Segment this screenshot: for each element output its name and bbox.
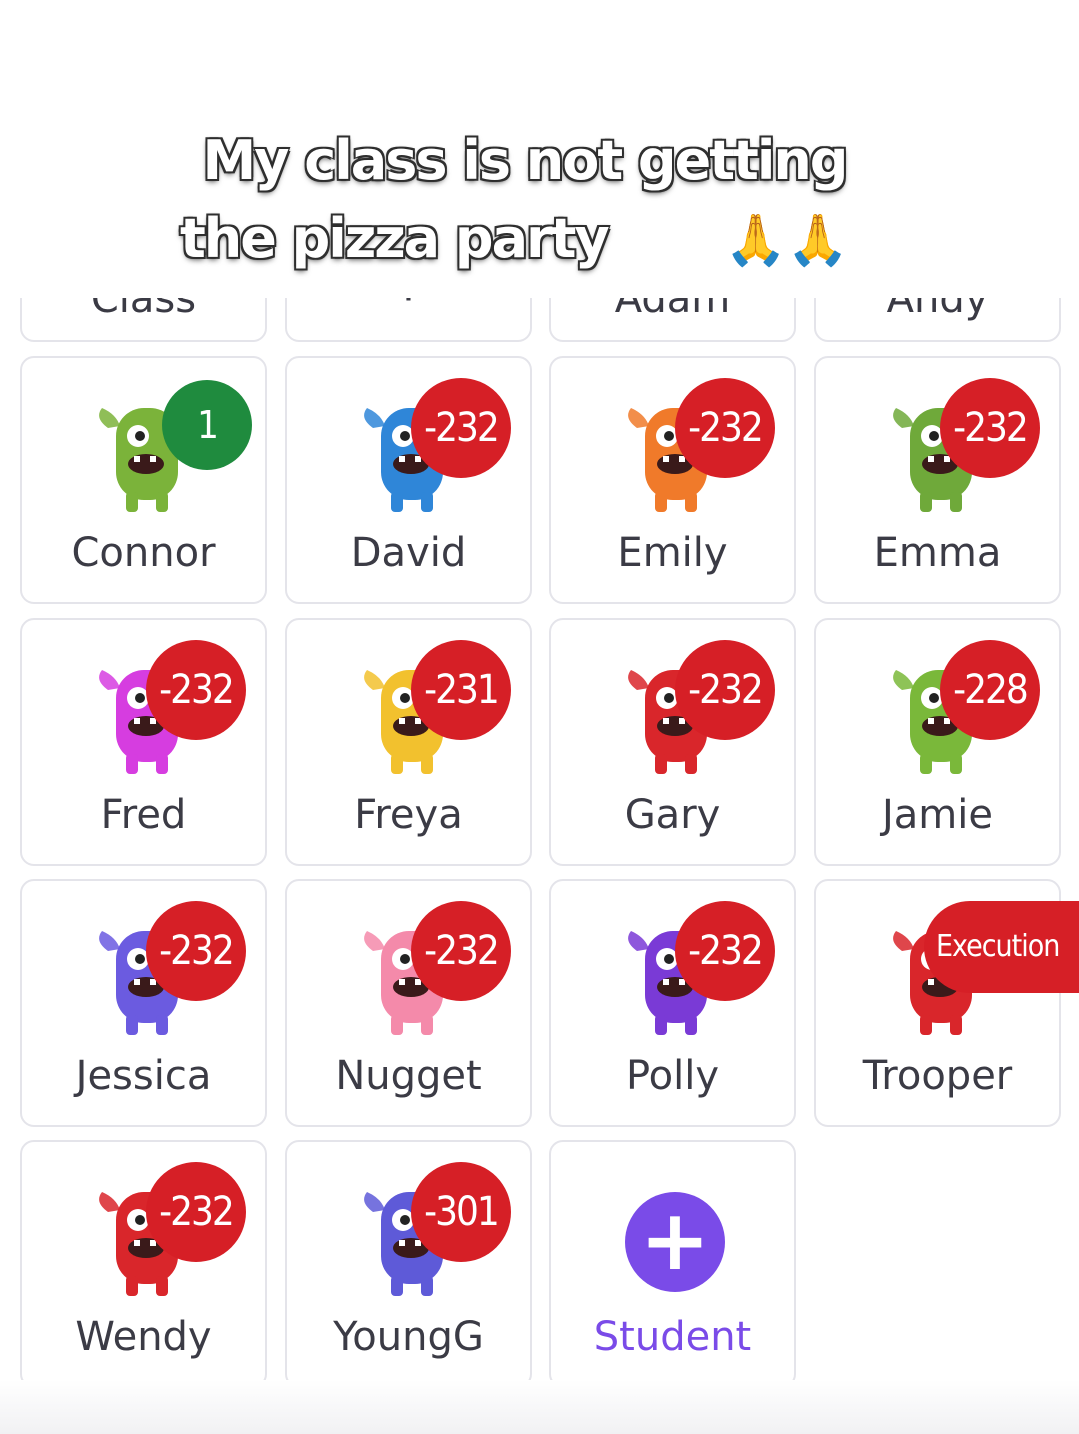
bottom-fade [0, 1380, 1079, 1434]
partial-top-row: Class · Adam Andy [0, 298, 1079, 342]
caption-line-2-text: the pizza party [179, 207, 610, 270]
student-name: Polly [625, 1053, 720, 1099]
points-badge: -232 [146, 901, 246, 1001]
student-name: YoungG [333, 1314, 484, 1360]
points-badge: -301 [411, 1162, 511, 1262]
student-card-partial[interactable]: · [285, 298, 532, 342]
student-card-partial[interactable]: Adam [549, 298, 796, 342]
student-card[interactable]: 1 Connor [20, 356, 267, 604]
add-student-button[interactable]: + Student [549, 1140, 796, 1388]
points-badge: -232 [675, 901, 775, 1001]
plus-icon: + [625, 1192, 725, 1292]
points-badge: -232 [411, 378, 511, 478]
student-card[interactable]: -232 Fred [20, 618, 267, 866]
points-badge: -232 [411, 901, 511, 1001]
student-name: Emma [873, 530, 1002, 576]
points-badge: -232 [675, 640, 775, 740]
student-card[interactable]: -232 David [285, 356, 532, 604]
video-caption: My class is not getting the pizza party😭… [0, 122, 1079, 279]
caption-line-1: My class is not getting [202, 129, 849, 192]
student-name: Andy [886, 298, 989, 322]
points-badge: -228 [940, 640, 1040, 740]
student-card-partial[interactable]: Class [20, 298, 267, 342]
student-card[interactable]: -232 Nugget [285, 879, 532, 1127]
points-badge: -232 [940, 378, 1040, 478]
points-badge: -232 [675, 378, 775, 478]
student-card[interactable]: -232 Emma [814, 356, 1061, 604]
student-card-partial[interactable]: Andy [814, 298, 1061, 342]
student-card[interactable]: Execution Trooper [814, 879, 1079, 1127]
student-card[interactable]: -232 Polly [549, 879, 796, 1127]
points-badge: -231 [411, 640, 511, 740]
add-student-label: Student [593, 1314, 752, 1360]
student-name: David [350, 530, 467, 576]
student-name: Class [90, 298, 197, 322]
student-name: Wendy [75, 1314, 212, 1360]
student-name: Trooper [862, 1053, 1013, 1099]
student-card[interactable]: -232 Jessica [20, 879, 267, 1127]
points-badge: -232 [146, 1162, 246, 1262]
student-card[interactable]: -232 Emily [549, 356, 796, 604]
student-name: Jessica [75, 1053, 212, 1099]
points-badge: -232 [146, 640, 246, 740]
student-name: Emily [617, 530, 728, 576]
points-badge: 1 [162, 380, 252, 470]
student-name: · [402, 298, 415, 322]
student-card[interactable]: -232 Gary [549, 618, 796, 866]
caption-emoji: 😭😭🙏🙏 [607, 211, 850, 269]
student-name: Fred [100, 792, 187, 838]
student-name: Nugget [335, 1053, 482, 1099]
student-name: Jamie [882, 792, 993, 838]
student-name: Freya [354, 792, 463, 838]
student-card[interactable]: -231 Freya [285, 618, 532, 866]
student-card[interactable]: -232 Wendy [20, 1140, 267, 1388]
student-grid: Class · Adam Andy 1 Connor -232 David -232 Em… [0, 298, 1079, 1434]
student-name: Gary [624, 792, 721, 838]
student-card[interactable]: -228 Jamie [814, 618, 1061, 866]
points-badge: Execution [924, 901, 1079, 993]
student-card[interactable]: -301 YoungG [285, 1140, 532, 1388]
caption-line-2: the pizza party😭😭🙏🙏 [0, 200, 1079, 279]
student-name: Adam [614, 298, 731, 322]
student-name: Connor [71, 530, 216, 576]
